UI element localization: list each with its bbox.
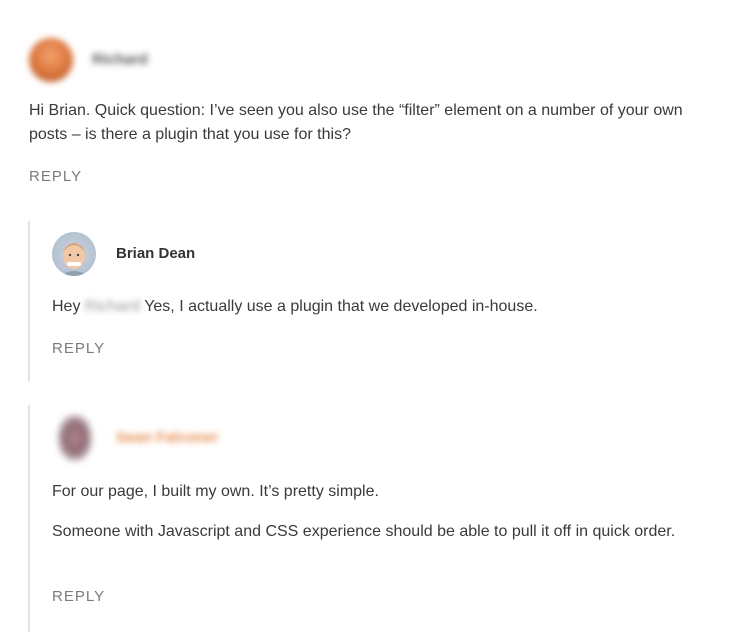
avatar[interactable] xyxy=(58,415,92,461)
comment-paragraph: For our page, I built my own. It’s prett… xyxy=(52,483,379,500)
comment-paragraph: Someone with Javascript and CSS experien… xyxy=(52,523,676,540)
reply-button[interactable]: REPLY xyxy=(52,588,105,605)
comment-sean-falconer: Sean Falconer For our page, I built my o… xyxy=(0,0,747,644)
comment-author[interactable]: Sean Falconer xyxy=(116,429,219,446)
